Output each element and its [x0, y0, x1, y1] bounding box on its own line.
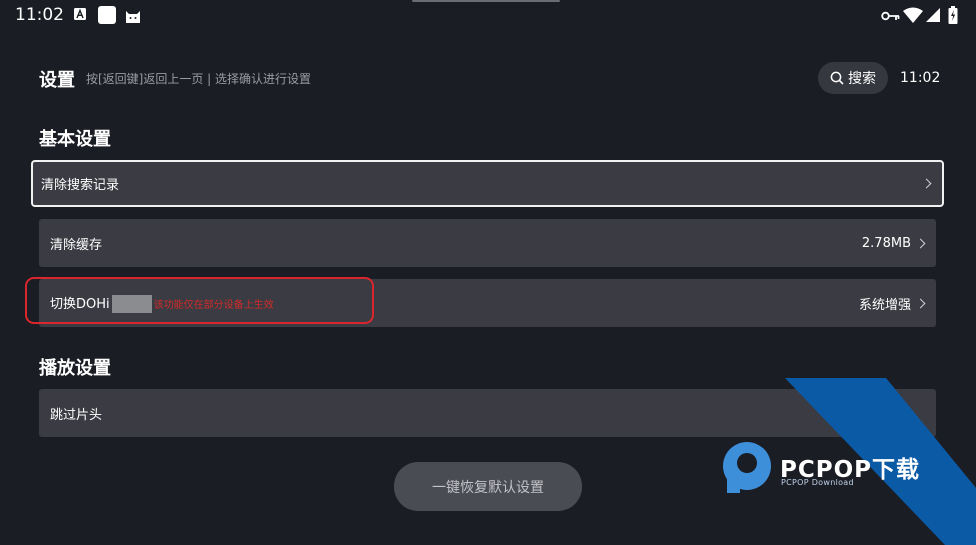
wifi-icon — [903, 7, 923, 23]
reset-defaults-button[interactable]: 一键恢复默认设置 — [394, 462, 582, 511]
cache-size-value: 2.78MB — [861, 235, 911, 251]
keyboard-a-icon — [74, 8, 86, 20]
search-icon — [830, 71, 844, 85]
signal-icon — [926, 8, 940, 22]
battery-charging-icon — [948, 6, 958, 24]
section-title-basic: 基本设置 — [39, 129, 111, 150]
switch-doh-row[interactable]: 切换DOHi 该功能仅在部分设备上生效 系统增强 — [39, 279, 936, 327]
clear-cache-row[interactable]: 清除缓存 2.78MB — [39, 219, 936, 267]
search-label: 搜索 — [848, 71, 876, 87]
watermark-subtitle: PCPOP Download — [781, 478, 854, 487]
chevron-right-icon — [915, 298, 926, 308]
status-time: 11:02 — [15, 5, 64, 25]
row-label: 切换DOHi 该功能仅在部分设备上生效 — [50, 295, 274, 314]
chevron-right-icon — [921, 178, 932, 189]
navigation-hint: 按[返回键]返回上一页 | 选择确认进行设置 — [86, 72, 312, 86]
vpn-key-icon — [881, 11, 900, 21]
row-label: 清除缓存 — [50, 237, 103, 253]
app-square-icon — [98, 6, 116, 24]
row-label: 清除搜索记录 — [41, 178, 120, 193]
search-button[interactable]: 搜索 — [818, 62, 888, 94]
skip-intro-row[interactable]: 跳过片头 — [39, 389, 936, 437]
page-title: 设置 — [39, 70, 75, 91]
doh-note: 该功能仅在部分设备上生效 — [153, 299, 274, 311]
chevron-right-icon — [915, 238, 926, 248]
section-title-playback: 播放设置 — [39, 358, 111, 379]
cat-icon — [126, 11, 140, 23]
header-clock: 11:02 — [900, 70, 941, 86]
clear-search-history-row[interactable]: 清除搜索记录 — [31, 160, 944, 207]
status-bar: 11:02 — [0, 0, 976, 33]
status-notch — [412, 0, 560, 2]
row-label: 跳过片头 — [50, 407, 103, 423]
doh-value: 系统增强 — [858, 297, 911, 313]
redacted-block — [111, 295, 152, 314]
